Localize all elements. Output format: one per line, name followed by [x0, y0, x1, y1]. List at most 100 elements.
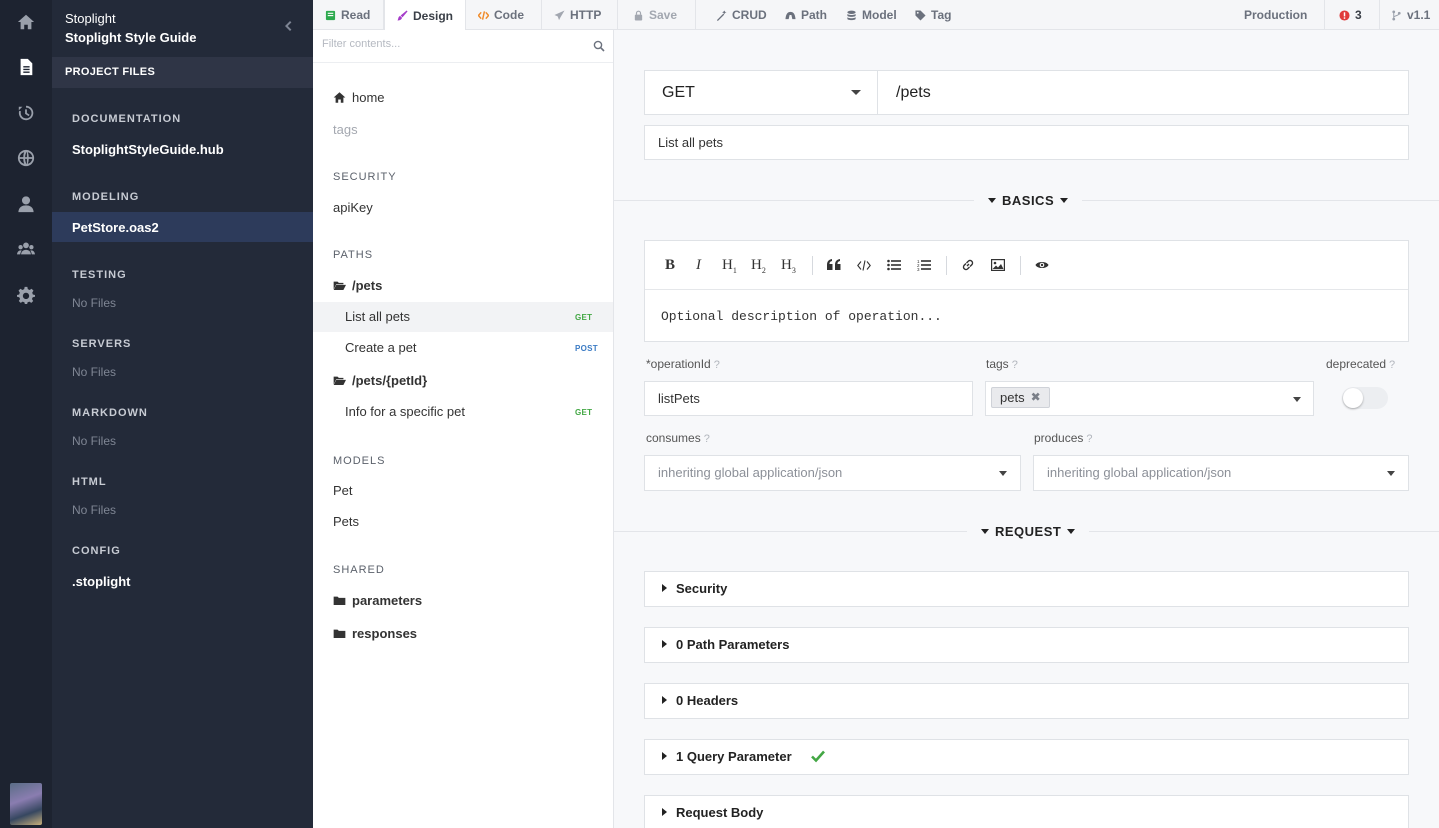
- model-button[interactable]: Model: [834, 0, 909, 30]
- tree-path-pets-petid[interactable]: /pets/{petId}: [333, 373, 427, 388]
- chevron-down-icon: [999, 471, 1007, 476]
- branch-icon: [1392, 9, 1401, 21]
- environment-selector[interactable]: Production: [1232, 0, 1319, 30]
- deprecated-label-text: deprecated: [1326, 357, 1387, 371]
- deprecated-toggle[interactable]: [1342, 387, 1388, 409]
- method-select[interactable]: GET: [644, 70, 878, 115]
- consumes-select[interactable]: inheriting global application/json: [644, 455, 1021, 491]
- tree-model-pets[interactable]: Pets: [333, 514, 359, 529]
- h1-letter: H: [722, 257, 733, 273]
- file-petstore-oas2[interactable]: PetStore.oas2: [72, 220, 159, 235]
- italic-button[interactable]: I: [696, 257, 701, 274]
- eye-icon[interactable]: [1035, 260, 1049, 270]
- request-toggle[interactable]: REQUEST: [967, 519, 1090, 543]
- save-button[interactable]: Save: [621, 0, 689, 30]
- bold-button[interactable]: B: [665, 257, 675, 274]
- home-icon[interactable]: [0, 7, 52, 37]
- tags-label: tags?: [986, 357, 1018, 371]
- query-parameters-section[interactable]: 1 Query Parameter: [644, 739, 1409, 775]
- operationid-input[interactable]: listPets: [644, 381, 973, 416]
- tag-chip[interactable]: pets ✖: [991, 387, 1050, 408]
- tree-model-pet[interactable]: Pet: [333, 483, 353, 498]
- link-icon[interactable]: [961, 258, 975, 272]
- path-parameters-section[interactable]: 0 Path Parameters: [644, 627, 1409, 663]
- path-label: Path: [801, 8, 828, 22]
- avatar[interactable]: [10, 783, 42, 825]
- help-icon[interactable]: ?: [704, 433, 710, 445]
- tree-tags[interactable]: tags: [333, 122, 358, 137]
- help-icon[interactable]: ?: [1389, 359, 1395, 371]
- book-icon: [325, 10, 336, 20]
- help-icon[interactable]: ?: [1012, 359, 1018, 371]
- headers-label: 0 Headers: [676, 693, 739, 708]
- help-icon[interactable]: ?: [1086, 433, 1092, 445]
- org-name[interactable]: Stoplight: [65, 11, 116, 26]
- tree-home[interactable]: home: [333, 90, 385, 105]
- bullet-list-icon[interactable]: [887, 259, 901, 271]
- consumes-label-text: consumes: [646, 431, 701, 445]
- user-icon[interactable]: [0, 189, 52, 219]
- road-icon: [785, 11, 796, 19]
- tree-op-info-for-pet[interactable]: Info for a specific pet: [345, 404, 465, 419]
- basics-label: BASICS: [1002, 192, 1055, 208]
- tab-code[interactable]: Code: [466, 0, 536, 30]
- code-icon[interactable]: [857, 260, 871, 271]
- security-section[interactable]: Security: [644, 571, 1409, 607]
- globe-icon[interactable]: [0, 143, 52, 173]
- file-stoplight-config[interactable]: .stoplight: [72, 574, 131, 589]
- search-icon[interactable]: [593, 40, 605, 52]
- tab-http[interactable]: HTTP: [542, 0, 613, 30]
- summary-input[interactable]: List all pets: [644, 125, 1409, 160]
- security-section-label: Security: [676, 581, 728, 596]
- tree-shared-responses[interactable]: responses: [333, 626, 417, 641]
- gear-icon[interactable]: [0, 280, 52, 310]
- image-icon[interactable]: [991, 259, 1005, 271]
- check-icon: [811, 750, 825, 763]
- description-editor[interactable]: B I H1 H2 H3 123 Optional description of…: [644, 240, 1409, 342]
- html-empty: No Files: [72, 503, 117, 517]
- produces-value: inheriting global application/json: [1047, 465, 1232, 480]
- h1-button[interactable]: H1: [722, 257, 737, 275]
- caret-right-icon: [662, 696, 667, 704]
- file-icon[interactable]: [0, 52, 52, 82]
- description-textarea[interactable]: Optional description of operation...: [661, 309, 942, 324]
- caret-down-icon: [981, 528, 989, 534]
- quote-icon[interactable]: [827, 259, 841, 271]
- errors-button[interactable]: 3: [1327, 0, 1374, 30]
- tag-button[interactable]: Tag: [903, 0, 963, 30]
- h2-button[interactable]: H2: [751, 257, 766, 275]
- tree-security-apikey[interactable]: apiKey: [333, 200, 373, 215]
- tag-chip-label: pets: [1000, 390, 1025, 405]
- crud-button[interactable]: CRUD: [704, 0, 779, 30]
- numbered-list-icon[interactable]: 123: [917, 259, 931, 271]
- path-button[interactable]: Path: [773, 0, 839, 30]
- history-icon[interactable]: [0, 98, 52, 128]
- filter-input[interactable]: [322, 38, 582, 50]
- basics-toggle[interactable]: BASICS: [974, 188, 1083, 212]
- path-input[interactable]: /pets: [877, 70, 1409, 115]
- project-name[interactable]: Stoplight Style Guide: [65, 30, 196, 45]
- tab-read[interactable]: Read: [313, 0, 382, 30]
- help-icon[interactable]: ?: [714, 359, 720, 371]
- tree-op-create-a-pet[interactable]: Create a pet: [345, 340, 417, 355]
- tab-design[interactable]: Design: [384, 0, 467, 31]
- filter-bar: [313, 30, 613, 63]
- request-label: REQUEST: [995, 523, 1062, 539]
- produces-select[interactable]: inheriting global application/json: [1033, 455, 1409, 491]
- tree-shared-parameters[interactable]: parameters: [333, 593, 422, 608]
- file-stoplightstyleguide-hub[interactable]: StoplightStyleGuide.hub: [72, 142, 224, 157]
- team-icon[interactable]: [0, 234, 52, 264]
- request-body-section[interactable]: Request Body: [644, 795, 1409, 828]
- tree-op-list-all-pets[interactable]: List all pets: [345, 309, 410, 324]
- collapse-sidebar-icon[interactable]: [282, 20, 298, 36]
- tags-label-text: tags: [986, 357, 1009, 371]
- h3-sub: 3: [791, 266, 796, 275]
- produces-label: produces?: [1034, 431, 1093, 445]
- tags-select[interactable]: pets ✖: [985, 381, 1314, 416]
- remove-tag-icon[interactable]: ✖: [1031, 388, 1041, 407]
- h3-button[interactable]: H3: [781, 257, 796, 275]
- version-selector[interactable]: v1.1: [1379, 0, 1439, 30]
- caret-down-icon: [1067, 528, 1076, 534]
- headers-section[interactable]: 0 Headers: [644, 683, 1409, 719]
- tree-path-pets[interactable]: /pets: [333, 278, 382, 293]
